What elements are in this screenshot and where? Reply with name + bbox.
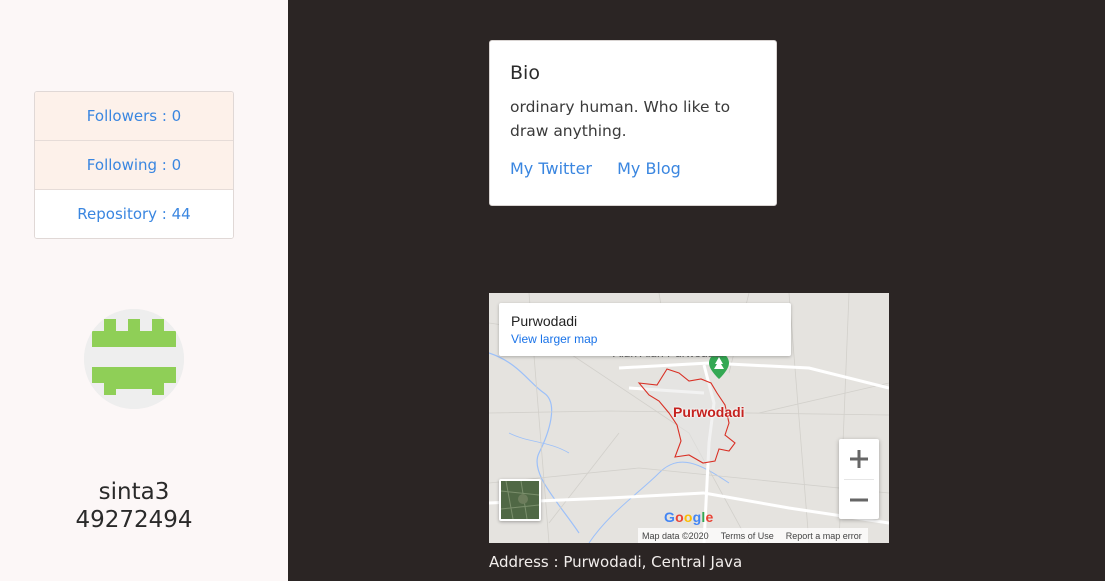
map-embed[interactable]: Alun Alun Purwodadi Purwodadi Purwodadi … (489, 293, 889, 543)
view-larger-map-link[interactable]: View larger map (511, 329, 779, 349)
address-text: Address : Purwodadi, Central Java (489, 553, 743, 571)
zoom-out-button[interactable] (839, 480, 879, 520)
bio-text: ordinary human. Who like to draw anythin… (510, 98, 731, 140)
twitter-link[interactable]: My Twitter (510, 159, 592, 178)
plus-icon (850, 450, 868, 468)
bio-links: My Twitter My Blog (510, 159, 756, 178)
username: sinta3 49272494 (34, 478, 234, 534)
zoom-in-button[interactable] (839, 439, 879, 479)
satellite-toggle[interactable] (499, 479, 541, 521)
zoom-control (839, 439, 879, 519)
bio-title: Bio (510, 62, 540, 84)
blog-link[interactable]: My Blog (617, 159, 681, 178)
report-map-error-link[interactable]: Report a map error (786, 531, 862, 541)
sidebar: Followers : 0 Following : 0 Repository :… (0, 0, 288, 581)
satellite-thumbnail-icon (501, 481, 539, 519)
stats-list: Followers : 0 Following : 0 Repository :… (34, 91, 234, 239)
map-place-name: Purwodadi (511, 313, 578, 329)
terms-of-use-link[interactable]: Terms of Use (721, 531, 774, 541)
minus-icon (850, 498, 868, 502)
repository-link[interactable]: Repository : 44 (35, 190, 233, 238)
avatar (84, 309, 184, 409)
map-data-credit: Map data ©2020 (642, 530, 709, 541)
following-link[interactable]: Following : 0 (35, 141, 233, 190)
username-line-2: 49272494 (75, 507, 193, 533)
followers-link[interactable]: Followers : 0 (35, 92, 233, 141)
identicon-icon (84, 309, 184, 409)
map-info-card: Purwodadi View larger map (499, 303, 791, 356)
map-footer: Map data ©2020 Terms of Use Report a map… (638, 528, 868, 543)
bio-card: Bio ordinary human. Who like to draw any… (489, 40, 777, 206)
google-logo: Google (664, 509, 714, 525)
map-city-label: Purwodadi (673, 404, 745, 420)
username-line-1: sinta3 (98, 479, 170, 505)
